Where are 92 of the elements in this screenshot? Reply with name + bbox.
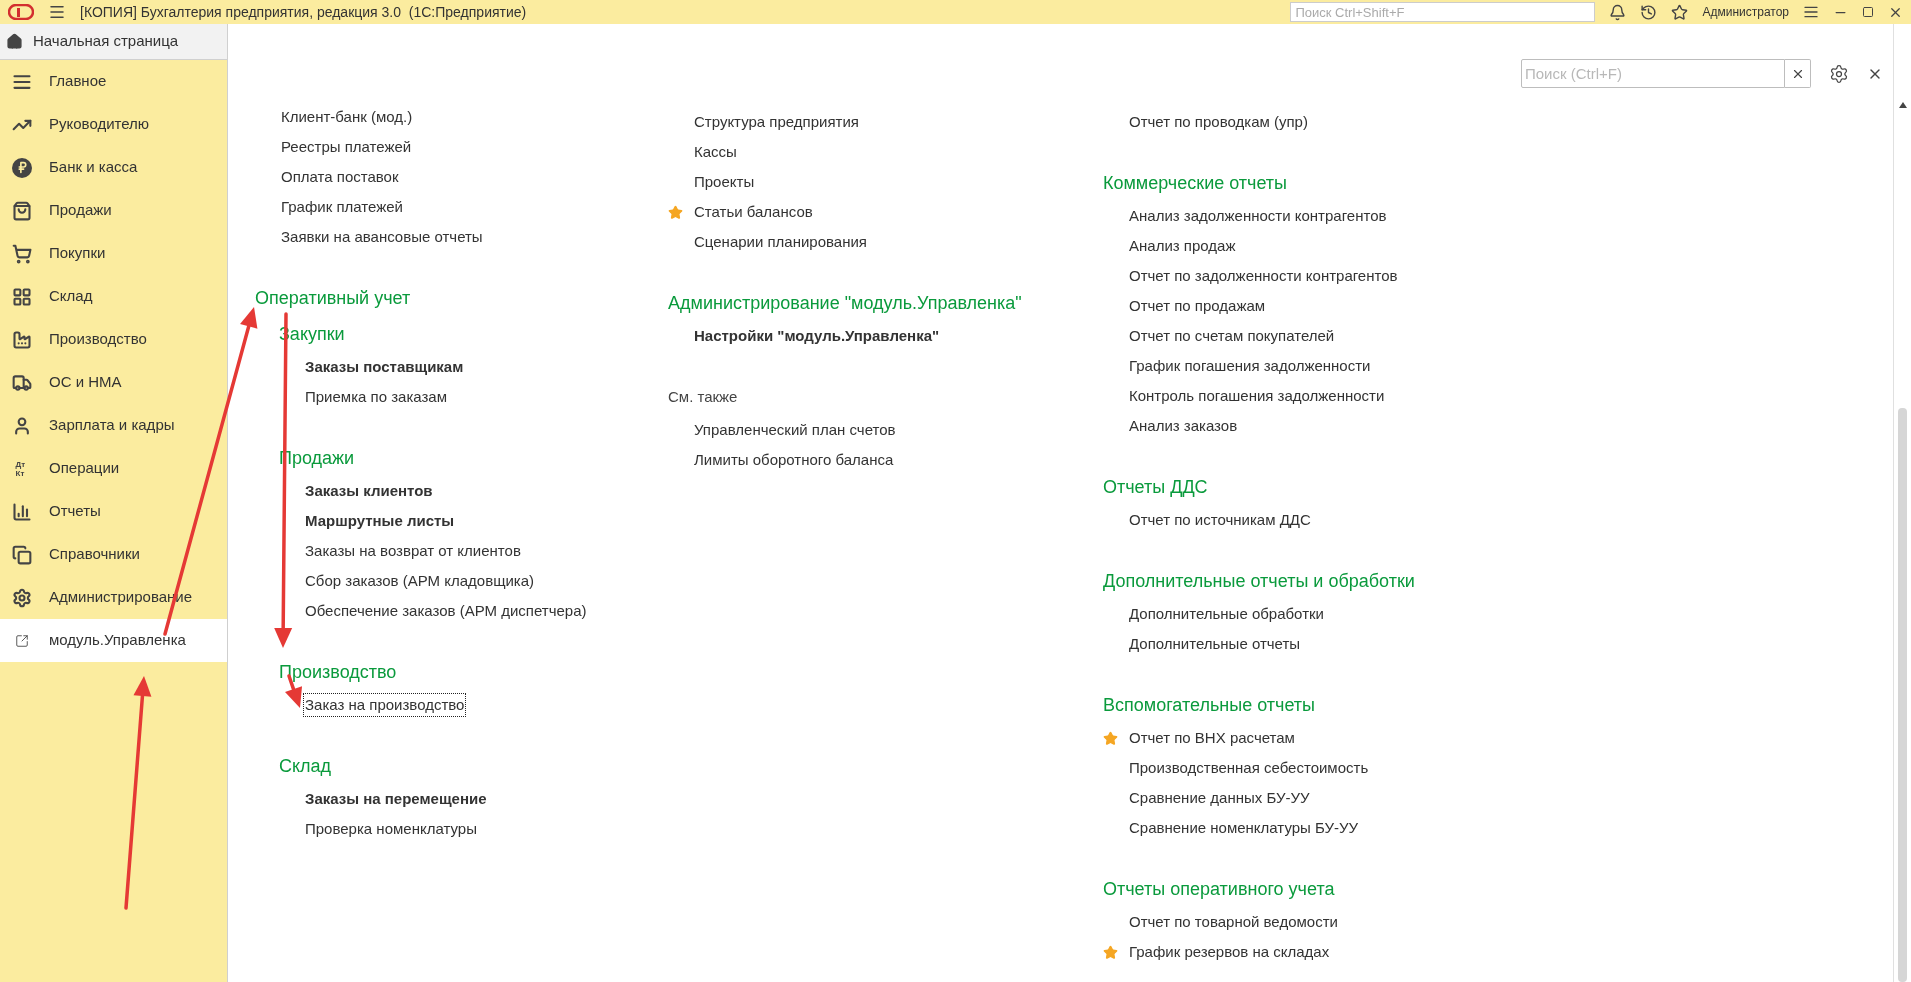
truck-icon bbox=[12, 372, 32, 393]
logo-icon bbox=[8, 4, 34, 20]
bag-icon bbox=[12, 200, 32, 221]
menu-icon[interactable] bbox=[48, 3, 66, 21]
star-icon[interactable] bbox=[1671, 3, 1689, 21]
menu-link[interactable]: Настройки "модуль.Управленка" bbox=[692, 323, 942, 349]
sidebar-item[interactable]: Зарплата и кадры bbox=[0, 404, 227, 447]
sidebar-item[interactable]: Отчеты bbox=[0, 490, 227, 533]
grid-icon bbox=[12, 286, 32, 307]
factory-icon bbox=[12, 329, 32, 350]
search-field[interactable]: Поиск (Ctrl+F) bbox=[1521, 59, 1785, 88]
menu-link[interactable]: График резервов на складах bbox=[1127, 939, 1332, 965]
see-also-label: См. также bbox=[668, 386, 738, 407]
debit-credit-icon: Дт Кт bbox=[15, 459, 29, 478]
menu-link[interactable]: Дополнительные обработки bbox=[1127, 601, 1326, 627]
group-heading: Производство bbox=[279, 660, 397, 684]
menu-link[interactable]: Анализ заказов bbox=[1127, 413, 1240, 439]
menu-link[interactable]: Клиент-банк (мод.) bbox=[279, 104, 415, 130]
menu-link[interactable]: Заказы клиентов bbox=[303, 478, 435, 504]
menu-link[interactable]: Заказы на перемещение bbox=[303, 786, 489, 812]
menu-link[interactable]: График погашения задолженности bbox=[1127, 353, 1373, 379]
menu-link[interactable]: Заказы на возврат от клиентов bbox=[303, 538, 523, 564]
sidebar-item[interactable]: Руководителю bbox=[0, 103, 227, 146]
menu-link[interactable]: Обеспечение заказов (АРМ диспетчера) bbox=[303, 598, 589, 624]
sidebar-item[interactable]: Банк и касса bbox=[0, 146, 227, 189]
bell-icon[interactable] bbox=[1609, 3, 1627, 21]
scroll-thumb[interactable] bbox=[1898, 408, 1907, 982]
menu-link[interactable]: Проекты bbox=[692, 169, 757, 195]
sidebar-item[interactable]: модуль.Управленка bbox=[0, 619, 227, 662]
sidebar-item[interactable]: Склад bbox=[0, 275, 227, 318]
menu-link[interactable]: Отчет по продажам bbox=[1127, 293, 1268, 319]
home-tab[interactable]: Начальная страница bbox=[0, 24, 228, 60]
clear-button[interactable] bbox=[1785, 59, 1811, 88]
section-heading: Оперативный учет bbox=[255, 286, 411, 310]
menu-link[interactable]: Отчет по задолженности контрагентов bbox=[1127, 263, 1400, 289]
menu-link[interactable]: Отчет по счетам покупателей bbox=[1127, 323, 1337, 349]
sidebar-item[interactable]: Покупки bbox=[0, 232, 227, 275]
menu-link[interactable]: Сравнение данных БУ-УУ bbox=[1127, 785, 1312, 811]
window-title: [КОПИЯ] Бухгалтерия предприятия, редакция 3.0 (1С:Предприятие) bbox=[80, 2, 527, 22]
menu-link[interactable]: Анализ продаж bbox=[1127, 233, 1238, 259]
menu-link[interactable]: График платежей bbox=[279, 194, 405, 220]
menu-link[interactable]: Сбор заказов (АРМ кладовщика) bbox=[303, 568, 537, 594]
sidebar-item[interactable]: Дт Кт Операции bbox=[0, 447, 227, 490]
sidebar-item[interactable]: Производство bbox=[0, 318, 227, 361]
menu-link[interactable]: Кассы bbox=[692, 139, 739, 165]
settings-icon[interactable] bbox=[1803, 4, 1819, 20]
menu-link[interactable]: Маршрутные листы bbox=[303, 508, 457, 534]
documents-icon bbox=[12, 544, 32, 565]
person-icon bbox=[12, 415, 32, 436]
cart-icon bbox=[12, 243, 32, 264]
group-heading: Отчеты ДДС bbox=[1103, 475, 1208, 499]
maximize-icon[interactable] bbox=[1862, 6, 1874, 18]
menu-link[interactable]: Отчет по проводкам (упр) bbox=[1127, 109, 1310, 135]
menu-link[interactable]: Заказ на производство bbox=[303, 692, 467, 718]
menu-link[interactable]: Реестры платежей bbox=[279, 134, 414, 160]
menu-link[interactable]: Структура предприятия bbox=[692, 109, 861, 135]
menu-link[interactable]: Дополнительные отчеты bbox=[1127, 631, 1303, 657]
group-heading: Склад bbox=[279, 754, 332, 778]
menu-link[interactable]: Оплата поставок bbox=[279, 164, 401, 190]
scroll-up-icon[interactable] bbox=[1898, 102, 1907, 108]
ruble-icon bbox=[12, 157, 32, 178]
sidebar-item[interactable]: ОС и НМА bbox=[0, 361, 227, 404]
group-heading: Отчеты оперативного учета bbox=[1103, 877, 1335, 901]
menu-link[interactable]: Сценарии планирования bbox=[692, 229, 869, 255]
menu-link[interactable]: Заказы поставщикам bbox=[303, 354, 466, 380]
user-name[interactable]: Администратор bbox=[1702, 3, 1789, 21]
history-icon[interactable] bbox=[1640, 3, 1658, 21]
bar-chart-icon bbox=[12, 501, 32, 522]
settings-icon[interactable] bbox=[1829, 63, 1849, 84]
group-heading: Коммерческие отчеты bbox=[1103, 171, 1288, 195]
sidebar-item[interactable]: Продажи bbox=[0, 189, 227, 232]
menu-link[interactable]: Лимиты оборотного баланса bbox=[692, 447, 896, 473]
gear-icon bbox=[12, 587, 32, 608]
menu-link[interactable]: Производственная себестоимость bbox=[1127, 755, 1371, 781]
global-search-field[interactable]: Поиск Ctrl+Shift+F bbox=[1290, 2, 1596, 22]
sidebar-item[interactable]: Справочники bbox=[0, 533, 227, 576]
menu-link[interactable]: Проверка номенклатуры bbox=[303, 816, 479, 842]
menu-link[interactable]: Сравнение номенклатуры БУ-УУ bbox=[1127, 815, 1361, 841]
group-heading: Администрирование "модуль.Управленка" bbox=[668, 291, 1022, 315]
group-heading: Вспомогательные отчеты bbox=[1103, 693, 1315, 717]
sidebar-item[interactable]: Главное bbox=[0, 60, 227, 103]
home-icon bbox=[6, 33, 23, 50]
menu-link[interactable]: Заявки на авансовые отчеты bbox=[279, 224, 485, 250]
menu-link[interactable]: Управленческий план счетов bbox=[692, 417, 898, 443]
menu-link[interactable]: Статьи балансов bbox=[692, 199, 815, 225]
menu-link[interactable]: Приемка по заказам bbox=[303, 384, 449, 410]
menu-link[interactable]: Отчет по товарной ведомости bbox=[1127, 909, 1340, 935]
group-heading: Дополнительные отчеты и обработки bbox=[1103, 569, 1415, 593]
menu-link[interactable]: Отчет по источникам ДДС bbox=[1127, 507, 1313, 533]
menu-link[interactable]: Контроль погашения задолженности bbox=[1127, 383, 1387, 409]
menu-link[interactable]: Отчет по ВНХ расчетам bbox=[1127, 725, 1297, 751]
menu-link[interactable]: Анализ задолженности контрагентов bbox=[1127, 203, 1389, 229]
